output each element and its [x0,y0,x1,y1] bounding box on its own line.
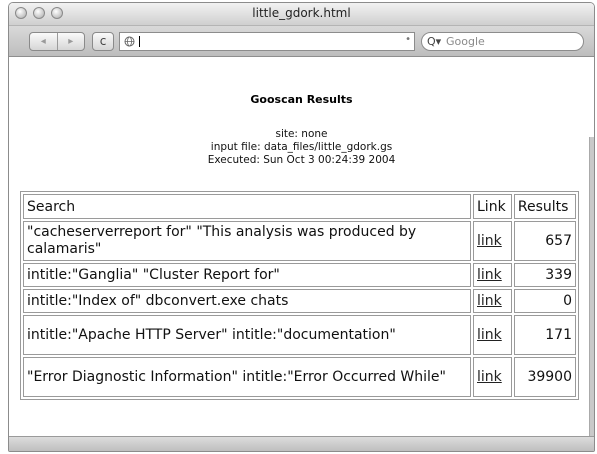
search-query-cell: intitle:"Index of" dbconvert.exe chats [23,289,471,313]
search-query-cell: intitle:"Ganglia" "Cluster Report for" [23,263,471,287]
reload-button[interactable]: c [92,32,114,51]
url-input[interactable] [138,33,388,50]
result-link[interactable]: link [477,293,502,309]
search-query-cell: "Error Diagnostic Information" intitle:"… [23,357,471,397]
title-bar: little_gdork.html [9,3,594,26]
forward-button[interactable]: ▸ [56,33,85,50]
column-header-results: Results [513,194,576,219]
back-button[interactable]: ◂ [30,33,57,50]
horizontal-scrollbar[interactable] [9,436,594,451]
table-row: "cacheserverreport for" "This analysis w… [23,221,576,261]
vertical-scrollbar[interactable] [589,137,594,451]
reload-icon: c [99,34,107,48]
forward-arrow-icon: ▸ [68,36,74,47]
results-table: Search Link Results "cacheserverreport f… [20,191,579,400]
address-bar[interactable]: • [119,32,415,51]
globe-icon [124,36,135,47]
result-count-cell: 171 [513,315,576,355]
link-cell: link [473,315,512,355]
result-link[interactable]: link [477,267,502,283]
table-row: intitle:"Apache HTTP Server" intitle:"do… [23,315,576,355]
result-link[interactable]: link [477,233,502,249]
result-link[interactable]: link [477,369,502,385]
search-icon[interactable]: Q▾ [427,35,441,48]
search-query-cell: "cacheserverreport for" "This analysis w… [23,221,471,261]
search-input[interactable] [446,33,576,50]
nav-buttons: ◂ ▸ [29,32,85,51]
result-count-cell: 39900 [513,357,576,397]
window-title: little_gdork.html [252,6,351,20]
scan-metadata: site: none input file: data_files/little… [9,128,594,167]
executed-line: Executed: Sun Oct 3 00:24:39 2004 [207,154,396,166]
table-header-row: Search Link Results [23,194,576,219]
page-content: Gooscan Results site: none input file: d… [9,57,594,451]
site-line: site: none [275,128,328,140]
table-row: intitle:"Ganglia" "Cluster Report for" l… [23,263,576,287]
browser-toolbar: ◂ ▸ c • Q▾ [9,26,594,57]
link-cell: link [473,357,512,397]
search-box[interactable]: Q▾ [421,32,584,51]
result-count-cell: 339 [513,263,576,287]
result-count-cell: 657 [513,221,576,261]
link-cell: link [473,263,512,287]
column-header-link: Link [473,194,512,219]
text-cursor [139,36,140,47]
column-header-search: Search [23,194,471,219]
link-cell: link [473,221,512,261]
browser-window: little_gdork.html ◂ ▸ c • Q▾ Gooscan Res… [8,2,595,452]
search-query-cell: intitle:"Apache HTTP Server" intitle:"do… [23,315,471,355]
table-row: intitle:"Index of" dbconvert.exe chats l… [23,289,576,313]
back-arrow-icon: ◂ [40,36,46,47]
table-row: "Error Diagnostic Information" intitle:"… [23,357,576,397]
input-file-line: input file: data_files/little_gdork.gs [210,141,393,153]
result-link[interactable]: link [477,327,502,343]
result-count-cell: 0 [513,289,576,313]
link-cell: link [473,289,512,313]
stop-icon[interactable]: • [405,34,411,45]
page-title: Gooscan Results [250,93,353,106]
